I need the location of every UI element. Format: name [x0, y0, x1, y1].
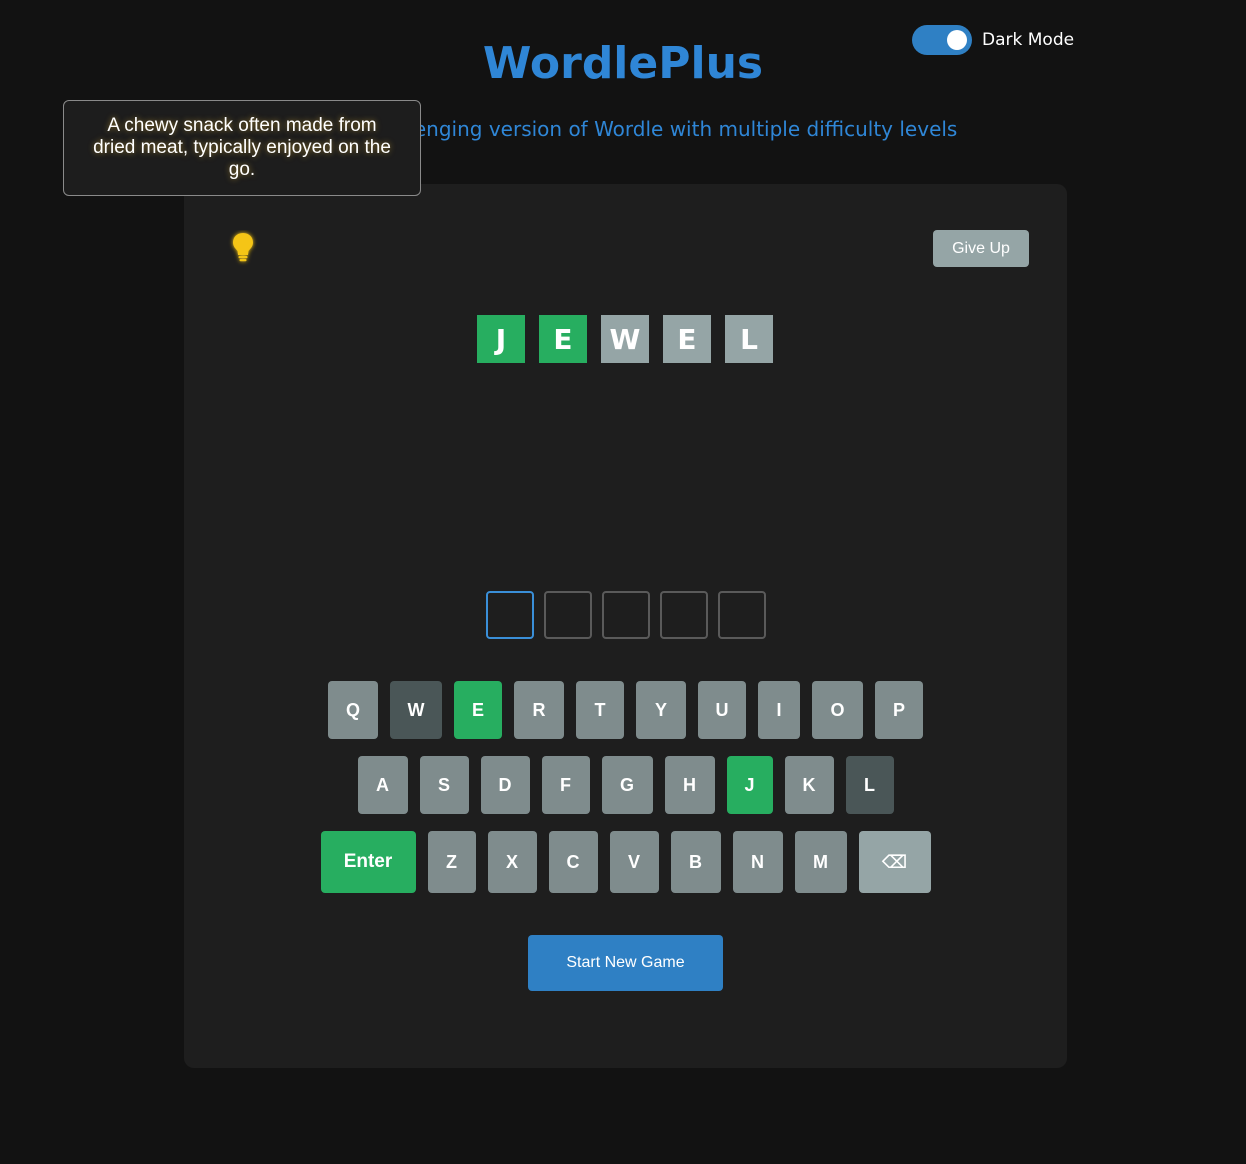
guess-tile: L [725, 315, 773, 363]
guess-tile: E [663, 315, 711, 363]
key-b[interactable]: B [670, 831, 721, 893]
key-y[interactable]: Y [636, 681, 686, 739]
key-x[interactable]: X [487, 831, 537, 893]
lightbulb-icon[interactable] [228, 230, 258, 266]
backspace-key[interactable]: ⌫ [858, 831, 931, 893]
key-k[interactable]: K [784, 756, 834, 814]
give-up-button[interactable]: Give Up [933, 230, 1029, 267]
key-o[interactable]: O [812, 681, 863, 739]
key-n[interactable]: N [732, 831, 783, 893]
key-i[interactable]: I [758, 681, 800, 739]
key-r[interactable]: R [514, 681, 564, 739]
dark-mode-toggle[interactable] [912, 25, 972, 55]
key-s[interactable]: S [419, 756, 469, 814]
dark-mode-control: Dark Mode [912, 25, 1074, 55]
keyboard-row-3: Enter Z X C V B N M ⌫ [184, 831, 1067, 893]
key-g[interactable]: G [601, 756, 653, 814]
keyboard-row-2: ASDFGHJKL [184, 756, 1067, 814]
key-j[interactable]: J [726, 756, 773, 814]
input-letter-box[interactable] [602, 591, 650, 639]
input-letter-box[interactable] [718, 591, 766, 639]
guess-tile: J [477, 315, 525, 363]
dark-mode-label: Dark Mode [982, 30, 1075, 50]
key-d[interactable]: D [480, 756, 530, 814]
guess-tile: W [601, 315, 649, 363]
input-letter-box[interactable] [486, 591, 534, 639]
current-input-row [486, 591, 776, 639]
game-panel: Give Up JEWEL QWERTYUIOP ASDFGHJKL Enter… [184, 184, 1067, 1068]
key-l[interactable]: L [845, 756, 894, 814]
hint-tooltip: A chewy snack often made from dried meat… [63, 100, 421, 196]
key-a[interactable]: A [357, 756, 408, 814]
guess-tile: E [539, 315, 587, 363]
enter-key[interactable]: Enter [320, 831, 416, 893]
key-z[interactable]: Z [427, 831, 476, 893]
key-f[interactable]: F [541, 756, 590, 814]
input-letter-box[interactable] [544, 591, 592, 639]
key-h[interactable]: H [664, 756, 715, 814]
key-c[interactable]: C [548, 831, 598, 893]
key-v[interactable]: V [609, 831, 659, 893]
key-t[interactable]: T [576, 681, 624, 739]
key-m[interactable]: M [794, 831, 847, 893]
key-p[interactable]: P [875, 681, 923, 739]
key-u[interactable]: U [698, 681, 746, 739]
toggle-knob [947, 30, 967, 50]
keyboard-row-1: QWERTYUIOP [184, 681, 1067, 739]
key-e[interactable]: E [454, 681, 502, 739]
key-q[interactable]: Q [328, 681, 378, 739]
guess-row: JEWEL [477, 315, 787, 363]
start-new-game-button[interactable]: Start New Game [528, 935, 723, 991]
input-letter-box[interactable] [660, 591, 708, 639]
key-w[interactable]: W [390, 681, 442, 739]
